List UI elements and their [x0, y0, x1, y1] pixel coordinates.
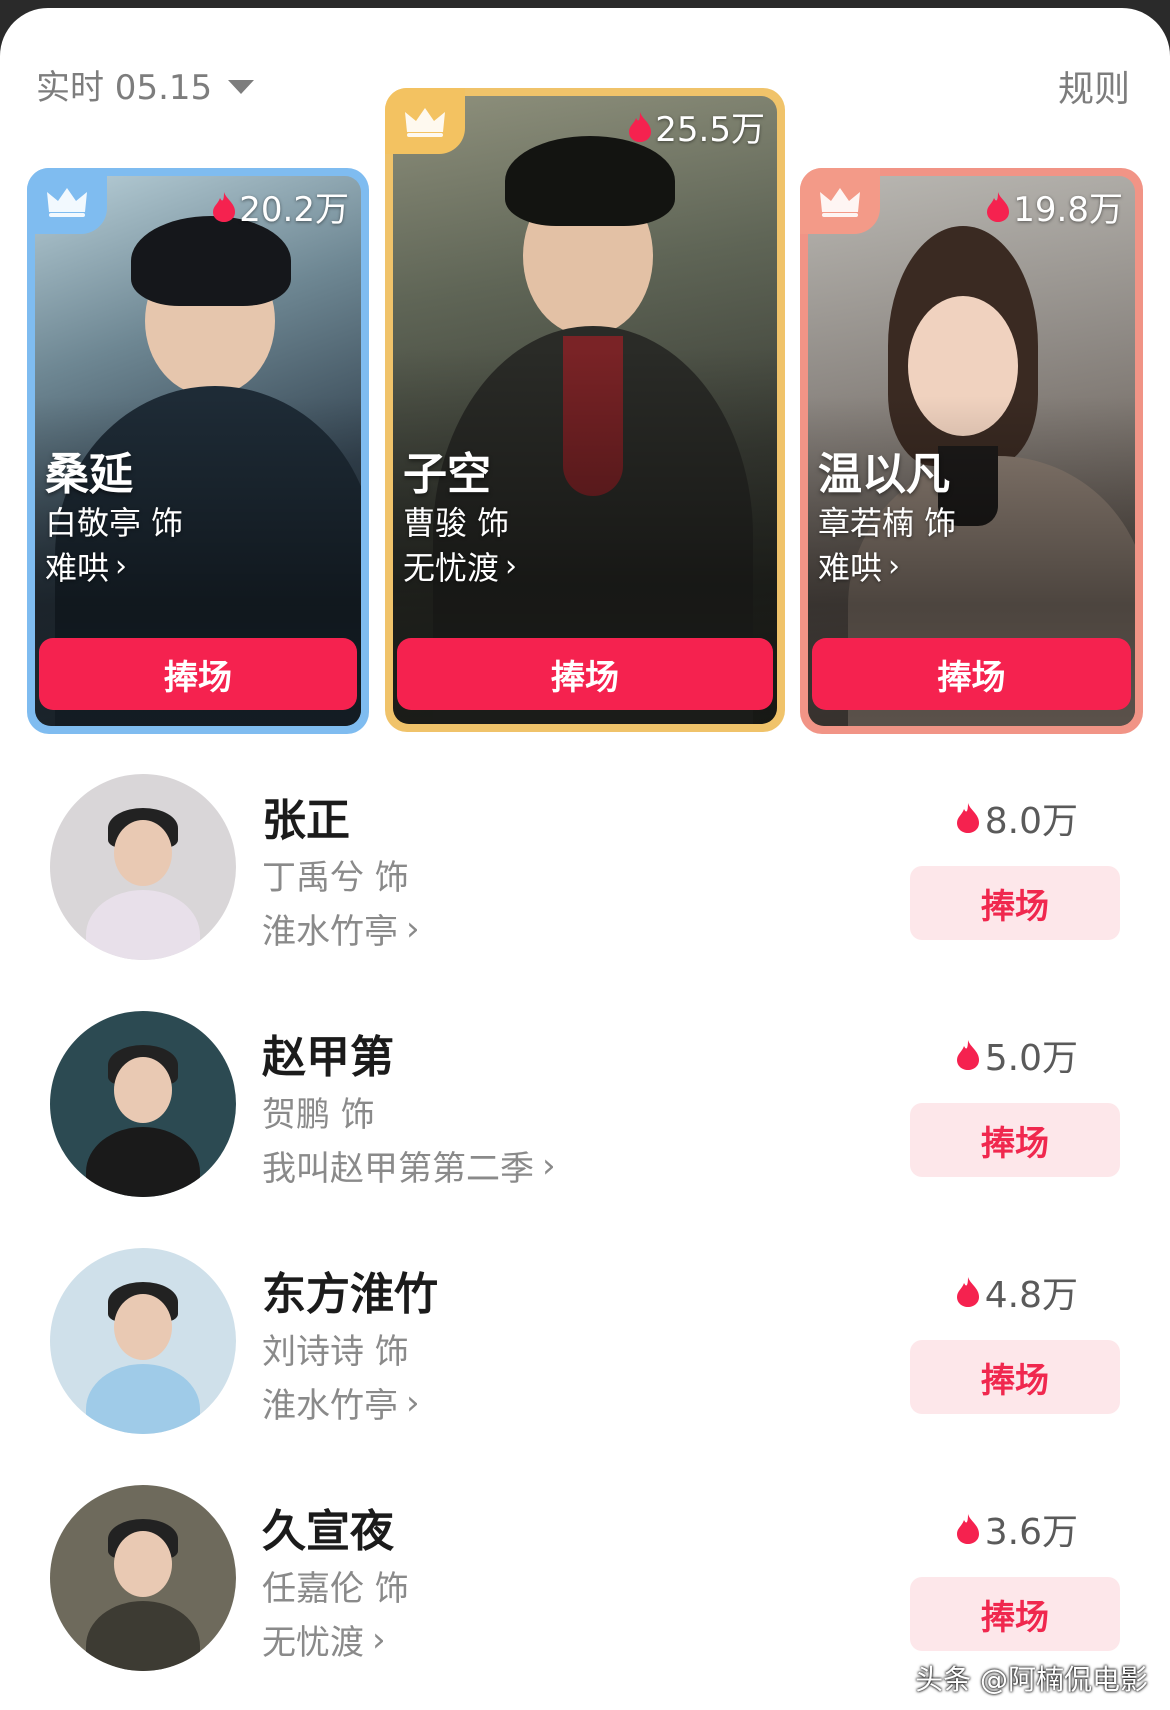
crown-icon [385, 88, 465, 154]
heat-text: 19.8万 [1013, 190, 1123, 230]
role-name: 子空 [403, 449, 491, 500]
flame-icon [956, 1514, 979, 1544]
list-item: 张正 丁禹兮 饰 淮水竹亭 › 8.0万 捧场 [0, 774, 1170, 974]
drama-link[interactable]: 无忧渡 › [262, 1615, 386, 1664]
list-item: 东方淮竹 刘诗诗 饰 淮水竹亭 › 4.8万 捧场 [0, 1248, 1170, 1448]
list-item: 久宣夜 任嘉伦 饰 无忧渡 › 3.6万 捧场 [0, 1485, 1170, 1685]
actor-name: 白敬亭 饰 [45, 504, 184, 542]
date-label: 实时 05.15 [36, 68, 213, 108]
chevron-right-icon: › [406, 1382, 420, 1423]
chevron-right-icon: › [406, 908, 420, 949]
actor-name: 章若楠 饰 [818, 504, 957, 542]
drama-title: 我叫赵甲第第二季 [262, 1149, 534, 1189]
watermark: 头条 @阿楠侃电影 [915, 1663, 1148, 1696]
drama-link[interactable]: 难哄 › [45, 543, 127, 589]
chevron-right-icon: › [542, 1145, 556, 1186]
drama-link[interactable]: 难哄 › [818, 543, 900, 589]
avatar[interactable] [50, 774, 236, 960]
cheer-button[interactable]: 捧场 [812, 638, 1131, 710]
heat-value: 8.0万 [955, 792, 1078, 844]
cheer-button[interactable]: 捧场 [910, 866, 1120, 940]
flame-icon [956, 803, 979, 833]
role-name: 温以凡 [818, 449, 950, 500]
heat-text: 25.5万 [655, 110, 765, 150]
rank-card-1[interactable]: 25.5万 子空 曹骏 饰 无忧渡 › 捧场 [385, 88, 785, 732]
dropdown-caret-icon [228, 79, 255, 94]
actor-name: 丁禹兮 饰 [262, 858, 409, 898]
heat-value: 19.8万 [985, 182, 1123, 231]
avatar[interactable] [50, 1011, 236, 1197]
heat-value: 4.8万 [955, 1266, 1078, 1318]
rank-card-2[interactable]: 20.2万 桑延 白敬亭 饰 难哄 › 捧场 [27, 168, 369, 734]
drama-title: 淮水竹亭 [262, 1386, 398, 1426]
avatar[interactable] [50, 1485, 236, 1671]
drama-title: 淮水竹亭 [262, 912, 398, 952]
chevron-right-icon: › [372, 1619, 386, 1660]
crown-icon [800, 168, 880, 234]
cheer-button[interactable]: 捧场 [910, 1577, 1120, 1651]
drama-title: 无忧渡 [403, 549, 500, 587]
actor-name: 曹骏 饰 [403, 504, 510, 542]
drama-link[interactable]: 无忧渡 › [403, 543, 517, 589]
heat-value: 5.0万 [955, 1029, 1078, 1081]
chevron-right-icon: › [888, 548, 901, 584]
flame-icon [629, 111, 652, 142]
role-name: 张正 [262, 795, 350, 846]
heat-text: 20.2万 [239, 190, 349, 230]
avatar[interactable] [50, 1248, 236, 1434]
chevron-right-icon: › [505, 548, 518, 584]
role-name: 久宣夜 [262, 1506, 394, 1557]
actor-photo [393, 96, 777, 724]
chevron-right-icon: › [115, 548, 128, 584]
heat-text: 3.6万 [984, 1512, 1078, 1553]
flame-icon [956, 1040, 979, 1070]
cheer-button[interactable]: 捧场 [39, 638, 357, 710]
drama-title: 无忧渡 [262, 1623, 364, 1663]
flame-icon [987, 191, 1010, 222]
heat-text: 8.0万 [984, 801, 1078, 842]
actor-name: 贺鹏 饰 [262, 1095, 375, 1135]
drama-link[interactable]: 淮水竹亭 › [262, 1378, 420, 1427]
drama-link[interactable]: 淮水竹亭 › [262, 904, 420, 953]
role-name: 东方淮竹 [262, 1269, 438, 1320]
role-name: 赵甲第 [262, 1032, 394, 1083]
cheer-button[interactable]: 捧场 [910, 1103, 1120, 1177]
flame-icon [213, 191, 236, 222]
rank-card-3[interactable]: 19.8万 温以凡 章若楠 饰 难哄 › 捧场 [800, 168, 1143, 734]
cheer-button[interactable]: 捧场 [397, 638, 773, 710]
flame-icon [956, 1277, 979, 1307]
ranking-sheet: 实时 05.15 规则 20.2万 桑延 白敬亭 饰 难哄 › 捧场 25.5万… [0, 8, 1170, 1710]
actor-name: 刘诗诗 饰 [262, 1332, 409, 1372]
heat-value: 20.2万 [211, 182, 349, 231]
heat-text: 5.0万 [984, 1038, 1078, 1079]
rules-link[interactable]: 规则 [1058, 60, 1130, 112]
drama-link[interactable]: 我叫赵甲第第二季 › [262, 1141, 556, 1190]
heat-value: 3.6万 [955, 1503, 1078, 1555]
date-selector[interactable]: 实时 05.15 [36, 60, 255, 109]
cheer-button[interactable]: 捧场 [910, 1340, 1120, 1414]
heat-text: 4.8万 [984, 1275, 1078, 1316]
drama-title: 难哄 [818, 549, 883, 587]
actor-name: 任嘉伦 饰 [262, 1569, 409, 1609]
list-item: 赵甲第 贺鹏 饰 我叫赵甲第第二季 › 5.0万 捧场 [0, 1011, 1170, 1211]
role-name: 桑延 [45, 449, 133, 500]
heat-value: 25.5万 [627, 102, 765, 151]
crown-icon [27, 168, 107, 234]
drama-title: 难哄 [45, 549, 110, 587]
